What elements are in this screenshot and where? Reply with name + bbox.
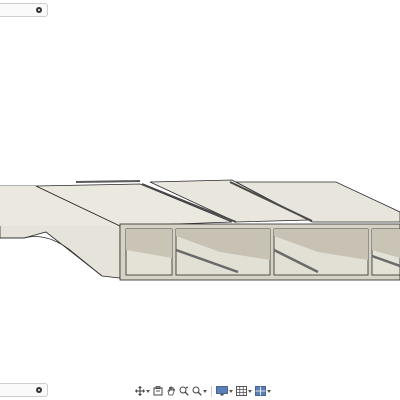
fit-zoom-icon: [192, 386, 202, 396]
rail-1: [75, 180, 141, 183]
viewports-icon: [255, 386, 266, 396]
grid-snaps-caret-icon[interactable]: [248, 389, 252, 393]
orbit-tool[interactable]: [134, 384, 151, 398]
comments-panel-toggle[interactable]: [0, 383, 48, 397]
pan-hand-icon: [167, 386, 175, 396]
viewports-tool[interactable]: [254, 384, 272, 398]
extruded-channel-model: [0, 179, 400, 281]
orbit-menu-caret-icon[interactable]: [146, 389, 150, 393]
display-settings-tool[interactable]: [215, 384, 234, 398]
orbit-icon: [135, 386, 145, 396]
grid-snaps-icon: [236, 386, 247, 396]
zoom-tool[interactable]: [178, 384, 190, 398]
fit-zoom-tool[interactable]: [191, 384, 208, 398]
look-at-tool[interactable]: [152, 384, 164, 398]
zoom-menu-caret-icon[interactable]: [203, 389, 207, 393]
look-at-icon: [153, 386, 163, 396]
navigation-toolbar: [134, 384, 272, 398]
viewports-caret-icon[interactable]: [267, 389, 271, 393]
canvas-viewport[interactable]: [0, 0, 400, 400]
zoom-icon: [179, 386, 189, 396]
grid-snaps-tool[interactable]: [235, 384, 253, 398]
pan-tool[interactable]: [165, 384, 177, 398]
toolbar-separator: [211, 385, 212, 397]
comments-toggle-dot-icon: [36, 387, 42, 393]
display-settings-icon: [216, 386, 228, 396]
display-settings-caret-icon[interactable]: [229, 389, 233, 393]
